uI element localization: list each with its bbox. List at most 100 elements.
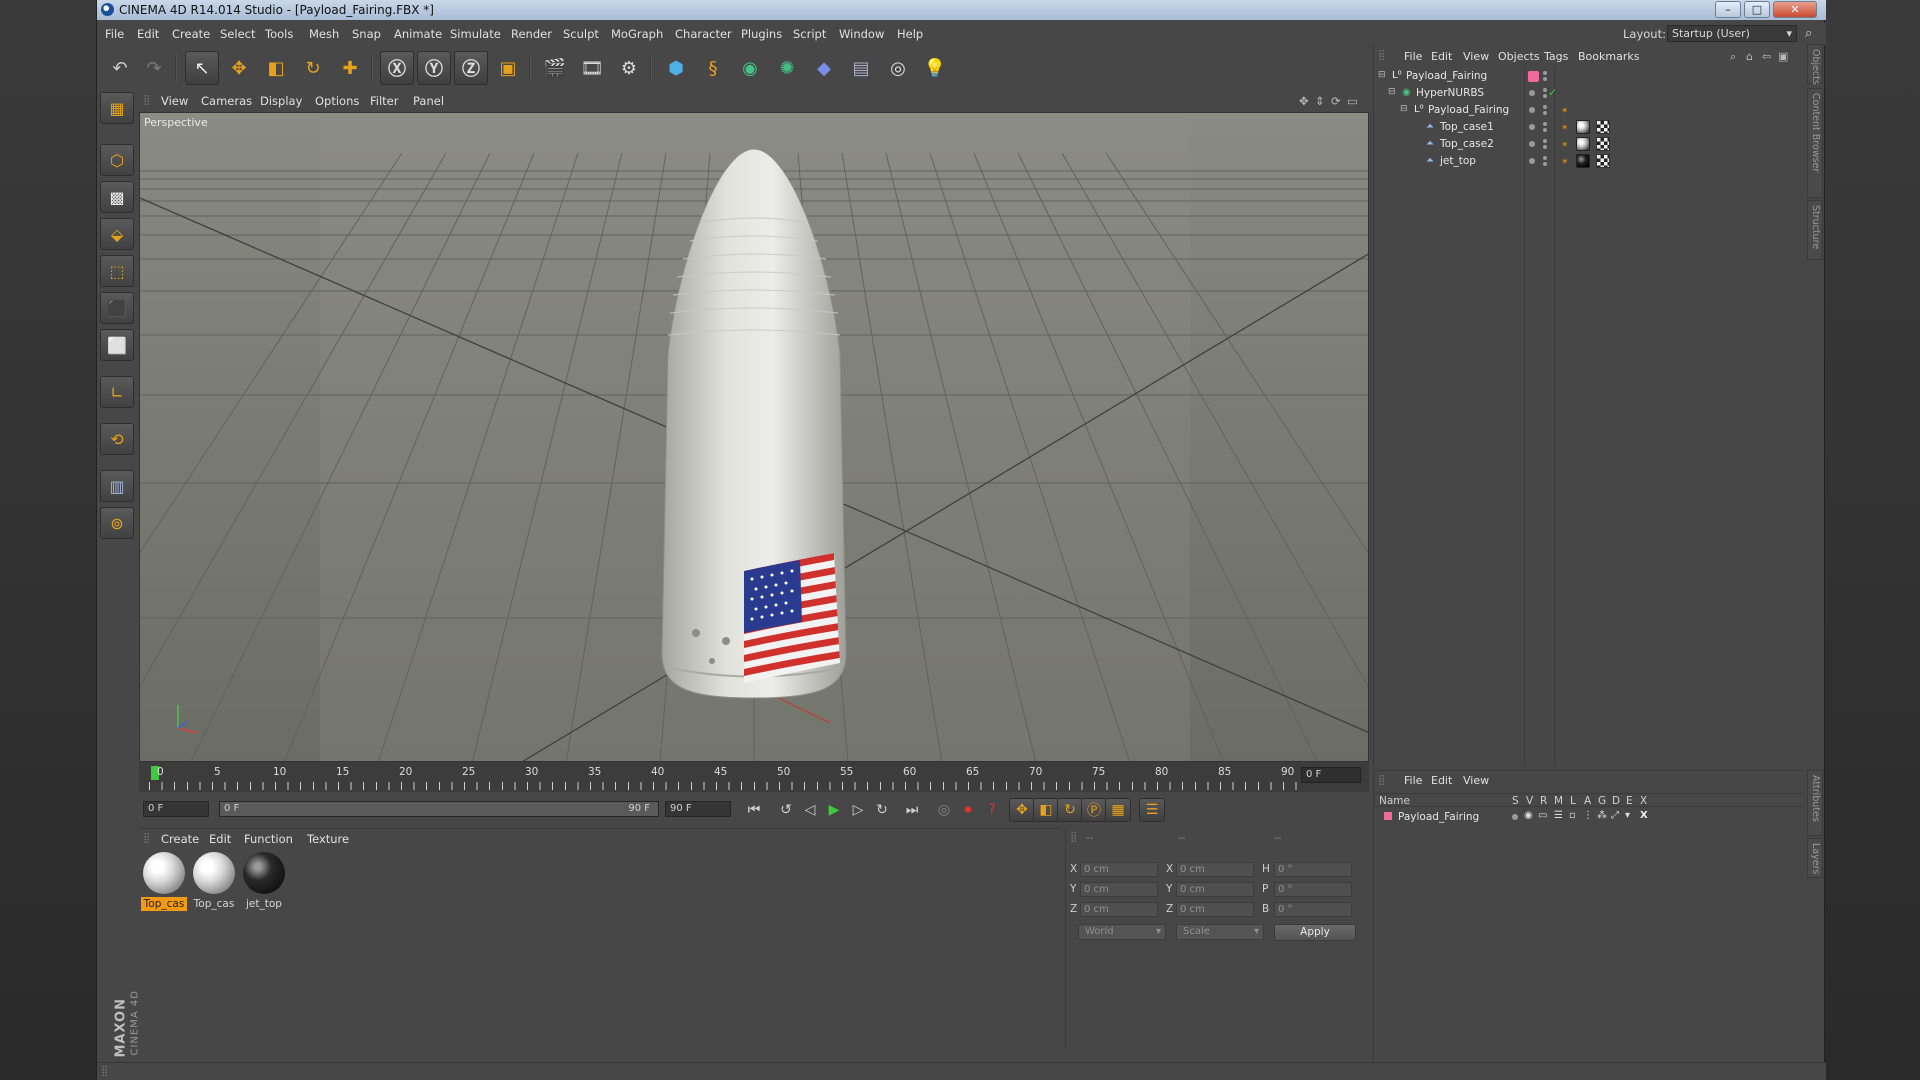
go-to-start-icon[interactable]: ⏮ xyxy=(741,798,767,822)
y-axis-lock-icon[interactable]: Ⓨ xyxy=(417,51,451,85)
tab-layers[interactable]: Layers xyxy=(1807,838,1823,878)
key-parameter-icon[interactable]: Ⓟ xyxy=(1081,798,1107,822)
visibility-editor-dot[interactable] xyxy=(1543,156,1547,160)
maximize-button[interactable]: □ xyxy=(1744,1,1770,18)
close-button[interactable]: ✕ xyxy=(1773,1,1817,18)
axis-mode-icon[interactable]: ∟ xyxy=(100,376,134,408)
material-swatch[interactable]: Top_cas xyxy=(191,852,237,914)
layer-menu-view[interactable]: View xyxy=(1463,774,1489,787)
layer-dot[interactable] xyxy=(1529,141,1535,147)
phong-tag-icon[interactable]: ⁎ xyxy=(1562,119,1568,132)
object-row[interactable]: ⏶ Top_case1 ⁎ xyxy=(1374,119,1804,136)
menu-sculpt[interactable]: Sculpt xyxy=(563,27,599,41)
key-position-icon[interactable]: ✥ xyxy=(1009,798,1035,822)
viewport-menu-filter[interactable]: Filter xyxy=(370,94,398,108)
object-row[interactable]: ⊟ L⁰ Payload_Fairing ⁎ xyxy=(1374,102,1804,119)
layer-dot[interactable] xyxy=(1529,158,1535,164)
size-z-field[interactable]: 0 cm xyxy=(1176,902,1254,917)
z-axis-lock-icon[interactable]: Ⓩ xyxy=(454,51,488,85)
layout-dropdown[interactable]: Startup (User) ▾ xyxy=(1667,25,1797,42)
layer-row[interactable]: Payload_Fairing ◉ ▭ ☰ ▫ ⋮ ⁂ ⤢ ▾ X xyxy=(1374,809,1804,826)
object-row[interactable]: ⊟ L⁰ Payload_Fairing xyxy=(1374,68,1804,85)
menu-mograph[interactable]: MoGraph xyxy=(611,27,663,41)
key-rotation-icon[interactable]: ↻ xyxy=(1057,798,1083,822)
object-menu-bookmarks[interactable]: Bookmarks xyxy=(1578,50,1639,63)
material-tag-icon[interactable] xyxy=(1576,154,1590,168)
layer-dot[interactable] xyxy=(1529,90,1535,96)
menu-tools[interactable]: Tools xyxy=(265,27,293,41)
visibility-editor-dot[interactable] xyxy=(1543,88,1547,92)
viewport-maximize-icon[interactable]: ▭ xyxy=(1347,94,1358,108)
size-mode-dropdown[interactable]: Scale ▾ xyxy=(1176,924,1264,940)
timeline-window-icon[interactable]: ☰ xyxy=(1139,798,1165,822)
enabled-check-icon[interactable]: ✓ xyxy=(1548,86,1557,99)
home-icon[interactable]: ⌂ xyxy=(1746,50,1753,63)
menu-edit[interactable]: Edit xyxy=(137,27,159,41)
object-row[interactable]: ⊟ ◉ HyperNURBS ✓ xyxy=(1374,85,1804,102)
move-tool-icon[interactable]: ✥ xyxy=(222,51,256,85)
object-menu-file[interactable]: File xyxy=(1404,50,1422,63)
next-frame-icon[interactable]: ▷ xyxy=(845,798,871,822)
viewport-menu-cameras[interactable]: Cameras xyxy=(201,94,252,108)
phong-tag-icon[interactable]: ⁎ xyxy=(1562,136,1568,149)
object-menu-objects[interactable]: Objects xyxy=(1498,50,1540,63)
record-active-icon[interactable]: ◎ xyxy=(931,798,957,822)
make-editable-icon[interactable]: ▦ xyxy=(100,92,134,124)
menu-render[interactable]: Render xyxy=(511,27,552,41)
layer-dot[interactable] xyxy=(1529,107,1535,113)
layer-color-swatch[interactable] xyxy=(1384,812,1392,820)
visibility-editor-dot[interactable] xyxy=(1543,139,1547,143)
object-row[interactable]: ⏶ Top_case2 ⁎ xyxy=(1374,136,1804,153)
size-y-field[interactable]: 0 cm xyxy=(1176,882,1254,897)
layer-menu-file[interactable]: File xyxy=(1404,774,1422,787)
rotation-p-field[interactable]: 0 ° xyxy=(1274,882,1352,897)
workplane-lock-icon[interactable]: ⊚ xyxy=(100,507,134,539)
menu-window[interactable]: Window xyxy=(839,27,884,41)
uvw-tag-icon[interactable] xyxy=(1596,137,1610,151)
menu-mesh[interactable]: Mesh xyxy=(309,27,339,41)
material-tag-icon[interactable] xyxy=(1576,120,1590,134)
layer-color-swatch[interactable] xyxy=(1528,71,1539,82)
material-menu-texture[interactable]: Texture xyxy=(307,832,349,846)
viewport-menu-panel[interactable]: Panel xyxy=(413,94,444,108)
timeline-ruler[interactable]: 0 5 10 15 20 25 30 35 40 45 50 55 60 65 … xyxy=(139,762,1369,792)
edges-mode-icon[interactable]: ⬛ xyxy=(100,292,134,324)
visibility-editor-dot[interactable] xyxy=(1543,105,1547,109)
redo-icon[interactable]: ↷ xyxy=(137,51,171,85)
position-x-field[interactable]: 0 cm xyxy=(1080,862,1158,877)
menu-animate[interactable]: Animate xyxy=(394,27,442,41)
x-axis-lock-icon[interactable]: Ⓧ xyxy=(380,51,414,85)
render-settings-icon[interactable]: ⚙ xyxy=(612,51,646,85)
floor-icon[interactable]: ▤ xyxy=(844,51,878,85)
manager-icon[interactable]: ☰ xyxy=(1554,810,1563,821)
rotation-h-field[interactable]: 0 ° xyxy=(1274,862,1352,877)
coordinate-space-dropdown[interactable]: World ▾ xyxy=(1078,924,1166,940)
object-menu-tags[interactable]: Tags xyxy=(1544,50,1568,63)
nurbs-icon[interactable]: ◉ xyxy=(733,51,767,85)
undo-icon[interactable]: ↶ xyxy=(103,51,137,85)
visibility-editor-dot[interactable] xyxy=(1543,122,1547,126)
viewport-move-icon[interactable]: ✥ xyxy=(1299,94,1309,108)
menu-character[interactable]: Character xyxy=(675,27,732,41)
scale-tool-icon[interactable]: ◧ xyxy=(259,51,293,85)
material-swatch[interactable]: jet_top xyxy=(241,852,287,914)
object-menu-edit[interactable]: Edit xyxy=(1431,50,1452,63)
menu-select[interactable]: Select xyxy=(220,27,255,41)
viewport-zoom-icon[interactable]: ⇕ xyxy=(1315,94,1325,108)
search-icon[interactable]: ⌕ xyxy=(1805,26,1812,41)
back-icon[interactable]: ⇦ xyxy=(1762,50,1771,63)
deformer-icon[interactable]: ⤢ xyxy=(1611,810,1619,821)
array-icon[interactable]: ✺ xyxy=(770,51,804,85)
previous-frame-icon[interactable]: ◁ xyxy=(797,798,823,822)
coordinate-system-icon[interactable]: ▣ xyxy=(491,51,525,85)
camera-icon[interactable]: ◎ xyxy=(881,51,915,85)
tab-structure[interactable]: Structure xyxy=(1807,200,1823,260)
menu-create[interactable]: Create xyxy=(172,27,210,41)
visibility-render-dot[interactable] xyxy=(1543,162,1547,166)
go-to-end-icon[interactable]: ⏭ xyxy=(899,798,925,822)
collapse-icon[interactable]: ⊟ xyxy=(1400,104,1408,114)
menu-file[interactable]: File xyxy=(105,27,124,41)
spline-icon[interactable]: § xyxy=(696,51,730,85)
viewport-rotate-icon[interactable]: ⟳ xyxy=(1331,94,1341,108)
size-x-field[interactable]: 0 cm xyxy=(1176,862,1254,877)
